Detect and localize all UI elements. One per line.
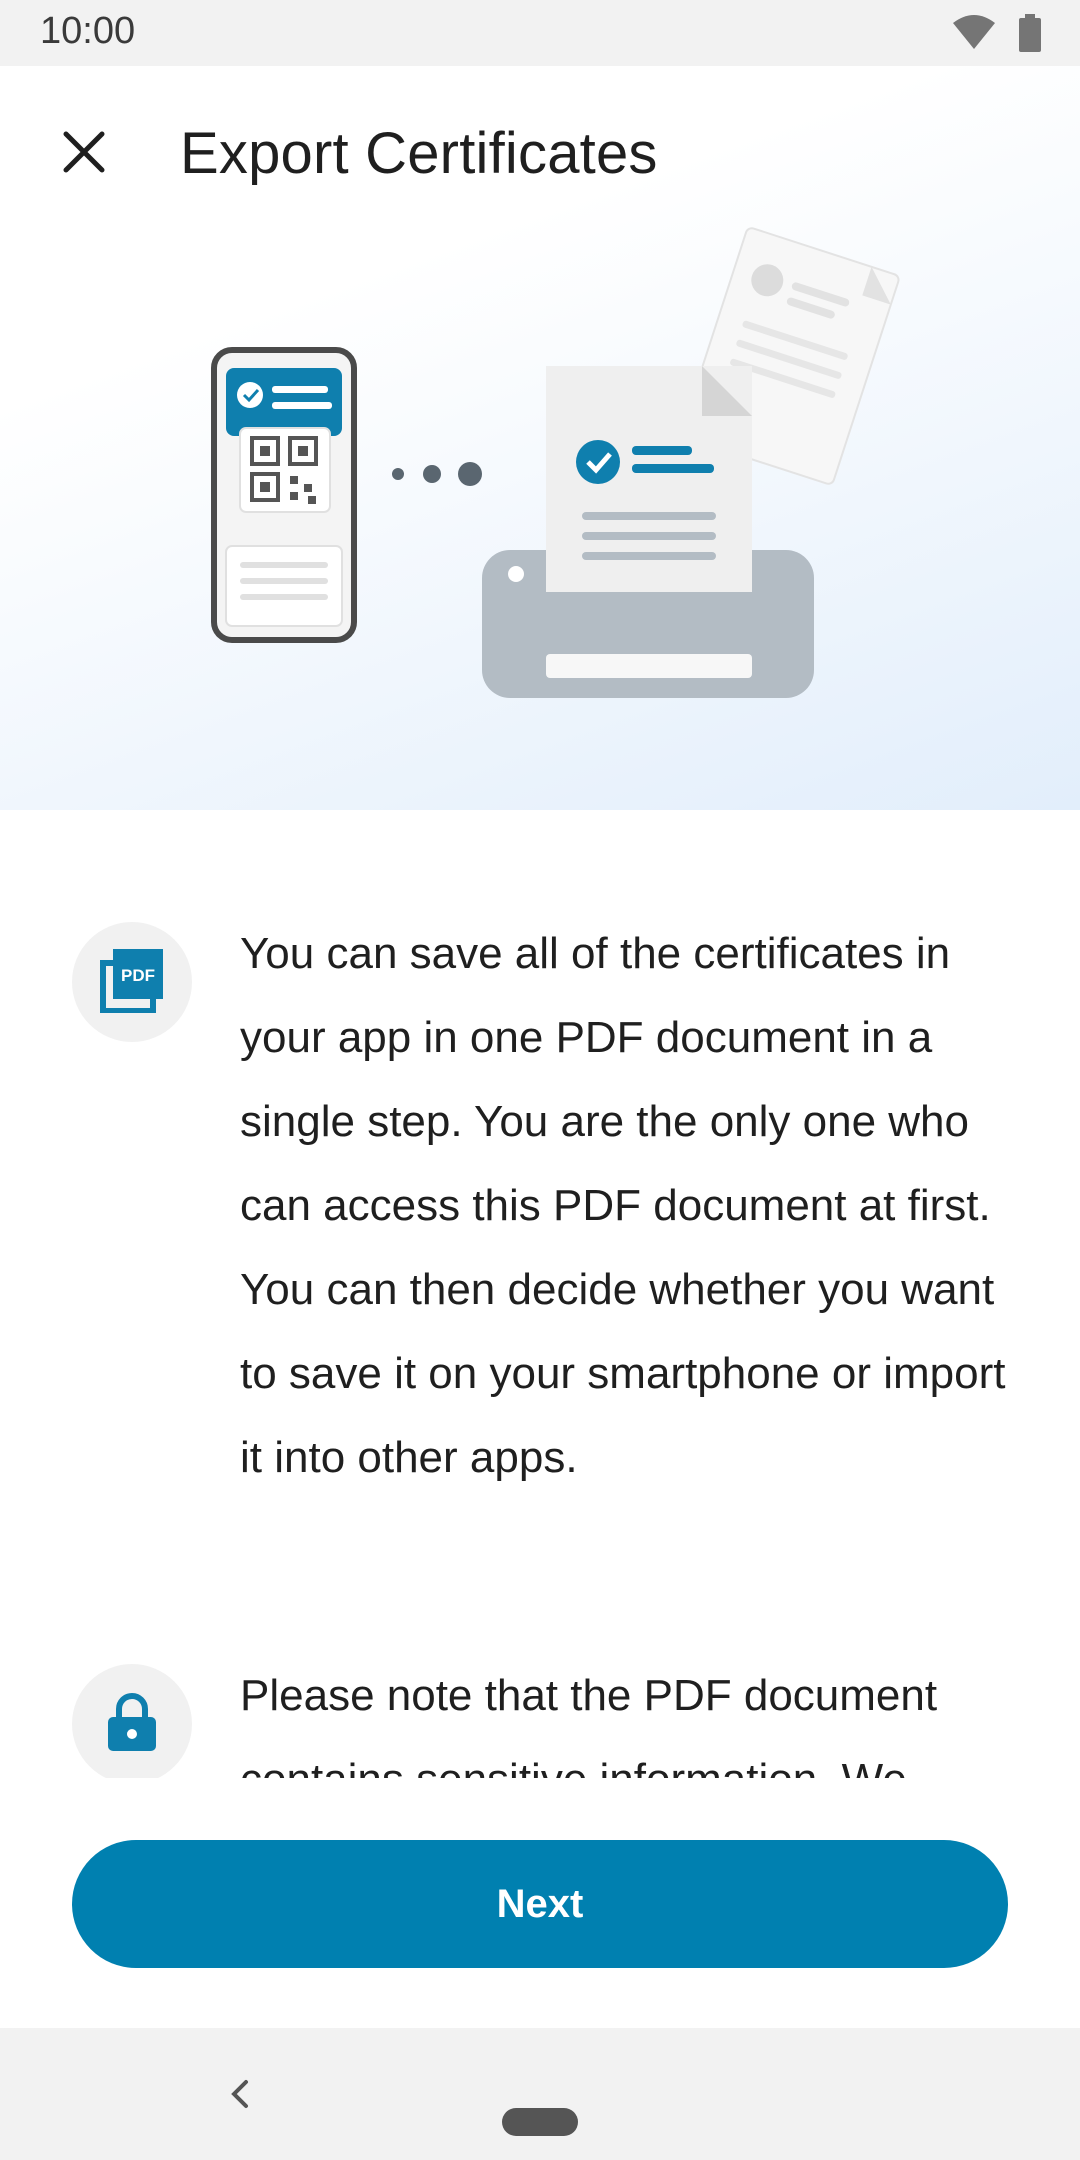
content-scroll[interactable]: PDF You can save all of the certificates… <box>0 810 1080 1778</box>
next-button[interactable]: Next <box>72 1840 1008 1968</box>
pdf-icon: PDF <box>99 947 165 1018</box>
pdf-icon-container: PDF <box>72 922 192 1042</box>
back-icon[interactable] <box>220 2074 260 2114</box>
status-icons <box>952 14 1042 57</box>
battery-icon <box>1018 14 1042 57</box>
home-pill[interactable] <box>502 2108 578 2136</box>
bottom-area: Next <box>0 1778 1080 2028</box>
status-bar: 10:00 <box>0 0 1080 66</box>
info-text-lock: Please note that the PDF document contai… <box>240 1671 938 1778</box>
svg-text:PDF: PDF <box>121 966 155 985</box>
page-title: Export Certificates <box>180 121 658 186</box>
wifi-icon <box>952 15 996 56</box>
status-time: 10:00 <box>40 10 136 52</box>
phone-certificate-icon <box>211 347 357 643</box>
app-bar: Export Certificates <box>0 66 1080 236</box>
close-icon <box>60 128 108 181</box>
lock-icon <box>106 1691 158 1758</box>
system-nav-bar <box>0 2028 1080 2160</box>
info-text-pdf: You can save all of the certificates in … <box>240 929 1006 1482</box>
close-button[interactable] <box>46 116 122 192</box>
lock-icon-container <box>72 1664 192 1778</box>
